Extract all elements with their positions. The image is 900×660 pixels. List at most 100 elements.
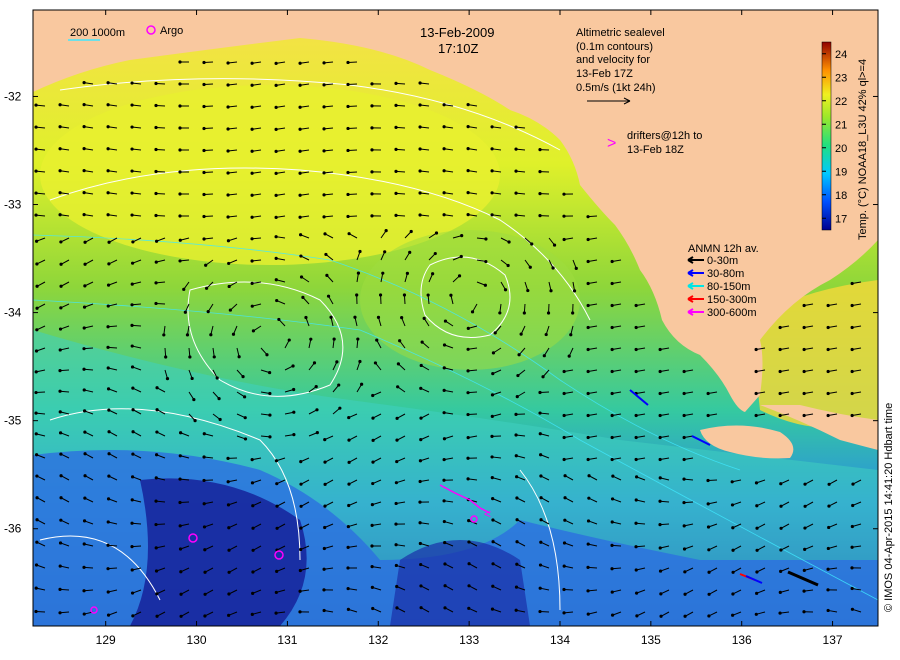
- velocity-arrow-head: [82, 347, 86, 351]
- velocity-arrow-head: [610, 457, 614, 462]
- velocity-arrow-head: [130, 545, 134, 549]
- velocity-arrow-head: [130, 568, 134, 572]
- velocity-arrow-head: [563, 518, 567, 522]
- velocity-arrow-head: [202, 525, 207, 529]
- y-tick-label: -35: [4, 414, 22, 428]
- x-tick-label: 137: [823, 633, 843, 647]
- velocity-arrow-head: [442, 411, 446, 415]
- velocity-arrow-head: [82, 612, 86, 616]
- velocity-arrow-head: [394, 103, 398, 107]
- velocity-arrow-head: [549, 289, 553, 293]
- velocity-arrow-head: [706, 525, 711, 529]
- velocity-arrow-head: [731, 548, 735, 552]
- velocity-arrow-head: [346, 214, 350, 219]
- velocity-arrow-head: [405, 271, 410, 275]
- velocity-arrow-head: [298, 610, 302, 614]
- velocity-arrow-head: [394, 563, 398, 568]
- velocity-arrow-head: [754, 369, 758, 374]
- velocity-arrow-head: [226, 239, 231, 243]
- velocity-arrow-head: [562, 369, 566, 374]
- velocity-arrow-head: [185, 333, 190, 337]
- velocity-arrow-head: [130, 498, 134, 502]
- velocity-arrow-head: [562, 391, 566, 396]
- velocity-arrow-head: [178, 126, 182, 130]
- velocity-arrow-head: [298, 171, 302, 175]
- velocity-arrow-head: [490, 434, 494, 438]
- velocity-arrow-head: [130, 169, 134, 173]
- velocity-arrow-head: [154, 125, 158, 130]
- anmn-legend-label: 30-80m: [707, 268, 744, 280]
- velocity-arrow-head: [586, 303, 590, 308]
- velocity-arrow-head: [779, 526, 783, 530]
- velocity-arrow-head: [274, 61, 278, 65]
- velocity-arrow-head: [569, 333, 573, 337]
- velocity-arrow-head: [418, 541, 422, 546]
- velocity-arrow-head: [371, 416, 375, 420]
- velocity-arrow-head: [83, 240, 87, 244]
- velocity-arrow-head: [850, 303, 854, 308]
- velocity-arrow-head: [610, 413, 614, 418]
- velocity-arrow-head: [491, 562, 495, 566]
- velocity-arrow-head: [188, 355, 192, 359]
- velocity-arrow-head: [35, 262, 39, 266]
- velocity-arrow-head: [802, 369, 806, 374]
- velocity-arrow-head: [227, 570, 231, 574]
- velocity-arrow-head: [490, 213, 494, 217]
- velocity-arrow-head: [371, 606, 375, 611]
- velocity-arrow-head: [470, 310, 475, 314]
- velocity-arrow-head: [82, 542, 86, 546]
- velocity-arrow-head: [106, 191, 110, 195]
- svg-text:0.5m/s (1kt 24h): 0.5m/s (1kt 24h): [576, 82, 655, 94]
- velocity-arrow-head: [34, 191, 38, 195]
- velocity-arrow-head: [467, 562, 471, 566]
- velocity-arrow-head: [58, 147, 62, 151]
- velocity-arrow-head: [755, 526, 759, 530]
- velocity-arrow-head: [106, 81, 110, 85]
- velocity-arrow-head: [634, 545, 638, 549]
- velocity-arrow-head: [466, 147, 470, 151]
- velocity-arrow-head: [218, 417, 222, 422]
- velocity-arrow-head: [394, 125, 398, 129]
- velocity-arrow-head: [394, 522, 398, 526]
- velocity-arrow-head: [82, 565, 86, 569]
- velocity-arrow-head: [395, 584, 399, 589]
- velocity-arrow-head: [299, 275, 304, 279]
- velocity-arrow-head: [394, 147, 398, 151]
- velocity-arrow-head: [802, 325, 806, 330]
- velocity-arrow-head: [850, 607, 855, 611]
- velocity-arrow-head: [298, 193, 302, 197]
- velocity-arrow-head: [515, 475, 519, 479]
- velocity-arrow-head: [483, 283, 487, 287]
- velocity-arrow-head: [82, 213, 86, 217]
- velocity-arrow-head: [154, 499, 158, 503]
- velocity-arrow-head: [574, 266, 578, 270]
- velocity-arrow-head: [83, 284, 87, 288]
- velocity-arrow-head: [658, 523, 662, 527]
- velocity-arrow-head: [217, 397, 221, 401]
- velocity-arrow-head: [324, 252, 328, 257]
- velocity-arrow-head: [370, 585, 374, 590]
- velocity-arrow-head: [370, 544, 374, 548]
- velocity-arrow-head: [779, 548, 783, 552]
- velocity-arrow-head: [514, 454, 518, 458]
- velocity-arrow-head: [322, 105, 326, 109]
- velocity-arrow-head: [298, 215, 302, 219]
- velocity-arrow-head: [682, 524, 686, 528]
- velocity-arrow-head: [298, 127, 302, 131]
- velocity-arrow-head: [35, 540, 39, 544]
- velocity-arrow-head: [398, 339, 402, 343]
- velocity-arrow-head: [178, 82, 182, 86]
- velocity-arrow-head: [243, 437, 248, 441]
- velocity-arrow-head: [130, 125, 134, 129]
- velocity-arrow-head: [178, 104, 182, 108]
- velocity-arrow-head: [82, 589, 86, 593]
- velocity-arrow-head: [106, 567, 110, 571]
- velocity-arrow-head: [442, 191, 446, 195]
- velocity-arrow-head: [131, 240, 135, 244]
- velocity-arrow-head: [370, 503, 374, 507]
- velocity-arrow-head: [179, 570, 183, 574]
- velocity-arrow-head: [251, 504, 255, 508]
- velocity-arrow-head: [779, 569, 783, 573]
- velocity-arrow-head: [274, 83, 278, 87]
- velocity-arrow-head: [202, 170, 206, 175]
